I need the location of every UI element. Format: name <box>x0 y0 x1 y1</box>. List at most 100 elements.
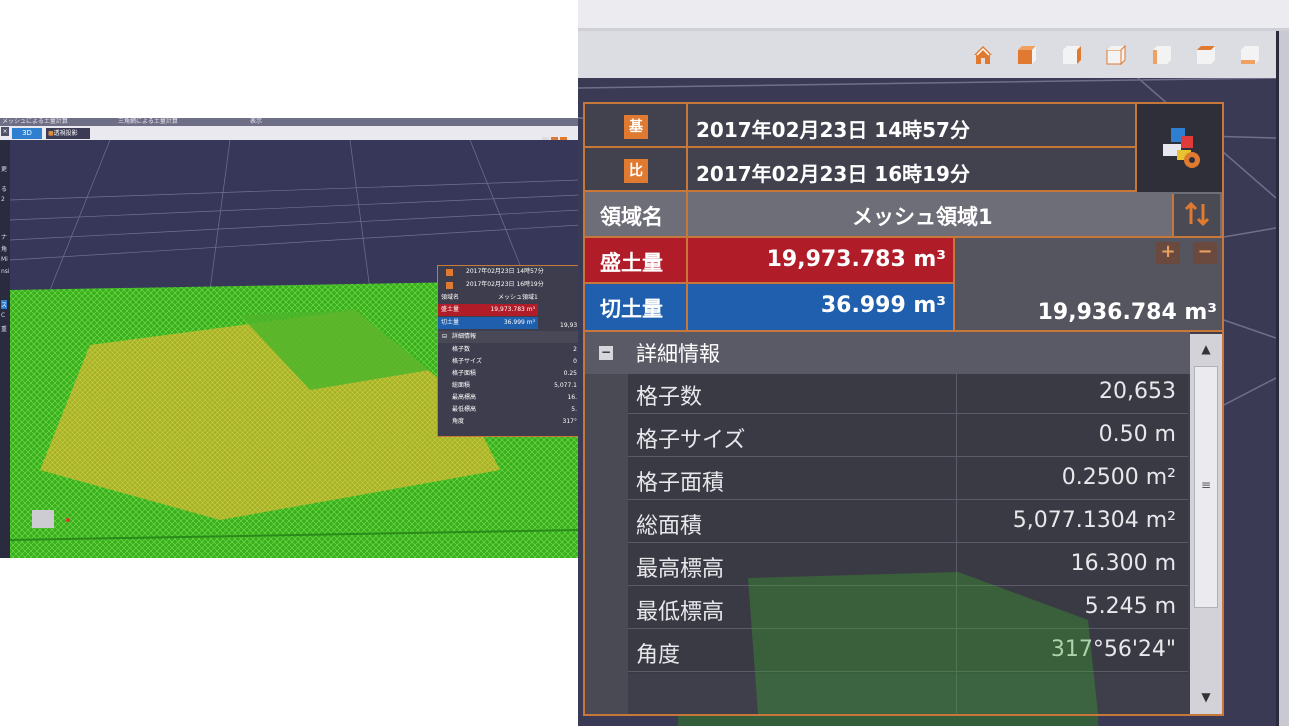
detail-row: 格子サイズ 0.50 m <box>628 417 1188 457</box>
settings-button[interactable] <box>1135 104 1222 192</box>
grip-icon: ≡ <box>1200 478 1212 492</box>
side-label: ス <box>1 300 8 309</box>
side-label: 2 <box>1 196 5 203</box>
net-value: 19,936.784 m³ <box>1037 300 1217 325</box>
mini-detail-value: 16. <box>567 394 577 401</box>
mini-detail-value: 317° <box>562 418 577 425</box>
mini-cut-value: 36.999 m³ <box>503 319 535 326</box>
mini-detail-key: 格子サイズ <box>452 358 482 365</box>
detail-row: 総面積 5,077.1304 m² <box>628 503 1188 543</box>
side-label: nsi <box>1 268 10 275</box>
home-icon[interactable] <box>972 44 994 66</box>
mini-detail-value: 5,077.1 <box>554 382 577 389</box>
mini-cut-row: 切土量 36.999 m³ <box>438 317 538 329</box>
mini-detail-row: 総面積 5,077.1 <box>438 380 579 392</box>
menu-view[interactable]: 表示 <box>250 118 262 126</box>
mini-detail-value: 0.25 <box>563 370 577 377</box>
details-gutter <box>585 374 628 714</box>
view-right-icon[interactable] <box>1104 44 1126 66</box>
mini-details-header[interactable]: ⊟ 詳細情報 <box>438 331 579 343</box>
side-label: ナ <box>1 234 8 241</box>
mini-detail-row: 最低標高 5. <box>438 404 579 416</box>
mini-collapse-icon[interactable]: ⊟ <box>442 331 447 343</box>
divider <box>686 192 688 238</box>
fill-value: 19,973.783 m³ <box>766 247 946 272</box>
compare-badge: 比 <box>624 159 648 183</box>
mini-detail-value: 5. <box>571 406 577 413</box>
view-front-icon[interactable] <box>1060 44 1082 66</box>
region-value[interactable]: メッシュ領域1 <box>852 201 993 231</box>
cut-label: 切土量 <box>600 297 663 321</box>
view-left-icon[interactable] <box>1194 44 1216 66</box>
mini-compare-row: 2017年02月23日 16時19分 <box>438 279 579 291</box>
terrain-overlay <box>748 572 1098 714</box>
base-date: 2017年02月23日 14時57分 <box>696 118 970 142</box>
scroll-down-icon[interactable]: ▼ <box>1196 690 1216 704</box>
side-label: 角 <box>1 246 8 253</box>
mini-detail-row: 最高標高 16. <box>438 392 579 404</box>
fill-label: 盛土量 <box>600 251 663 275</box>
divider <box>686 284 688 330</box>
mini-detail-row: 格子サイズ 0 <box>438 356 579 368</box>
menu-tin-volume[interactable]: 三角網による土量計算 <box>118 118 178 126</box>
mini-detail-key: 最低標高 <box>452 406 477 413</box>
swap-sort-button[interactable] <box>1172 194 1220 236</box>
region-label: 領域名 <box>600 205 663 229</box>
view-back-icon[interactable] <box>1150 44 1172 66</box>
mini-fill-row: 盛土量 19,973.783 m³ <box>438 304 538 316</box>
mini-detail-key: 最高標高 <box>452 394 477 401</box>
swap-arrows-icon <box>1184 201 1210 227</box>
cut-value: 36.999 m³ <box>820 293 946 318</box>
mini-detail-key: 格子数 <box>452 346 471 353</box>
side-label: 重 <box>1 326 8 333</box>
mini-detail-key: 角度 <box>452 418 465 425</box>
detail-key: 格子数 <box>636 385 703 410</box>
base-badge-icon <box>446 269 453 276</box>
side-label: 更 <box>1 166 8 173</box>
axis-indicator <box>66 518 70 522</box>
left-side-panel: 更 る 2 ナ 角 Mi nsi ス C 重 <box>0 140 10 558</box>
mini-base-row: 2017年02月23日 14時57分 <box>438 266 579 278</box>
detail-key: 格子面積 <box>636 471 725 496</box>
mini-detail-key: 総面積 <box>452 382 471 389</box>
detail-key: 格子サイズ <box>636 428 746 453</box>
mini-region-value: メッシュ領域1 <box>498 294 538 301</box>
close-icon[interactable]: × <box>1 127 9 136</box>
view-top-icon[interactable] <box>1015 44 1037 66</box>
mini-detail-key: 格子面積 <box>452 370 477 377</box>
mini-detail-value: 2 <box>573 346 577 353</box>
tab-perspective[interactable]: ■透視投影 <box>46 128 90 139</box>
detail-value: 0.50 m <box>1098 422 1176 447</box>
minus-button[interactable]: − <box>1193 242 1217 264</box>
mini-base-date: 2017年02月23日 14時57分 <box>466 268 544 275</box>
mini-net-value: 19,93 <box>560 322 578 329</box>
thumbnail-screenshot: メッシュによる土量計算 三角網による土量計算 表示 × 3D ■透視投影 更 る… <box>0 118 580 558</box>
detail-value: 20,653 <box>1099 379 1176 404</box>
menu-mesh-volume[interactable]: メッシュによる土量計算 <box>2 118 68 126</box>
mini-detail-row: 格子面積 0.25 <box>438 368 579 380</box>
compare-date: 2017年02月23日 16時19分 <box>696 162 970 186</box>
view-bottom-icon[interactable] <box>1238 44 1260 66</box>
side-label: C <box>1 312 6 319</box>
mini-detail-row: 格子数 2 <box>438 344 579 356</box>
blocks-settings-icon <box>1163 128 1200 168</box>
mini-compare-date: 2017年02月23日 16時19分 <box>466 281 544 288</box>
detail-key: 総面積 <box>636 514 703 539</box>
collapse-icon[interactable]: − <box>599 346 613 360</box>
mini-detail-value: 0 <box>573 358 577 365</box>
menu-bar: メッシュによる土量計算 三角網による土量計算 表示 <box>0 118 580 126</box>
detail-value: 0.2500 m² <box>1061 465 1176 490</box>
base-badge: 基 <box>624 115 648 139</box>
tab-3d[interactable]: 3D <box>12 128 42 139</box>
window-top-strip <box>578 0 1289 31</box>
tab-perspective-label: 透視投影 <box>53 130 78 137</box>
mini-fill-label: 盛土量 <box>441 306 460 313</box>
detail-row: 格子数 20,653 <box>628 374 1188 414</box>
mini-details-title: 詳細情報 <box>452 333 477 340</box>
window-scrollbar[interactable] <box>1276 31 1289 726</box>
plus-button[interactable]: + <box>1156 242 1180 264</box>
mini-detail-row: 角度 317° <box>438 416 579 428</box>
scroll-up-icon[interactable]: ▲ <box>1196 342 1216 356</box>
mini-cut-label: 切土量 <box>441 319 460 326</box>
axis-cube-icon <box>32 510 54 528</box>
